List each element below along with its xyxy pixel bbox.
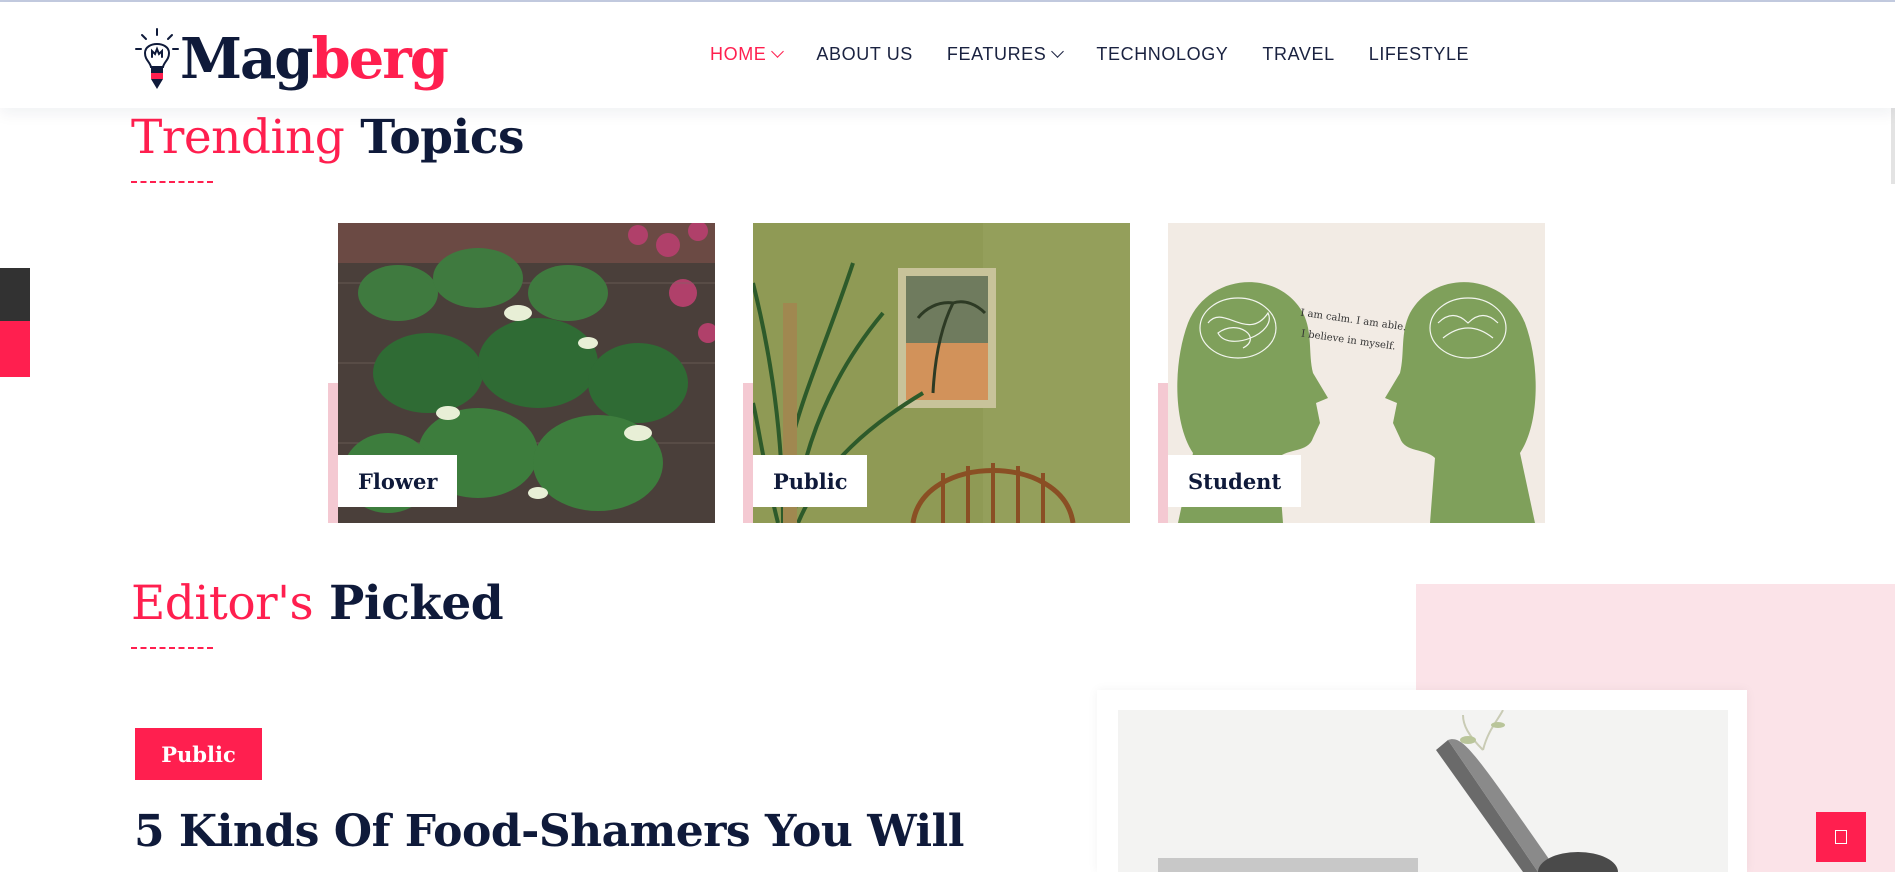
site-logo[interactable]: Magberg bbox=[134, 24, 449, 94]
title-rest: Picked bbox=[329, 576, 504, 631]
topic-label[interactable]: Student bbox=[1168, 455, 1302, 507]
title-highlight: Trending bbox=[131, 110, 345, 165]
featured-post-image[interactable] bbox=[1118, 710, 1728, 872]
page-scrollbar[interactable] bbox=[1891, 104, 1895, 184]
nav-item-technology[interactable]: TECHNOLOGY bbox=[1096, 44, 1228, 65]
side-panel-toggle[interactable] bbox=[0, 268, 30, 321]
side-panel-action[interactable] bbox=[0, 321, 30, 377]
nav-label: ABOUT US bbox=[816, 44, 913, 64]
topic-card-flower[interactable]: Flower bbox=[328, 223, 715, 523]
chevron-down-icon bbox=[771, 45, 785, 58]
logo-text-part2: berg bbox=[311, 26, 448, 92]
post-title[interactable]: 5 Kinds Of Food-Shamers You Will bbox=[134, 806, 965, 857]
title-rest: Topics bbox=[360, 110, 524, 165]
nav-label: LIFESTYLE bbox=[1368, 44, 1470, 64]
editors-section-title: Editor's Picked bbox=[131, 580, 504, 627]
title-highlight: Editor's bbox=[131, 576, 314, 631]
title-underline bbox=[131, 647, 213, 649]
nav-item-features[interactable]: FEATURES bbox=[946, 44, 1065, 65]
nav-label: TECHNOLOGY bbox=[1096, 44, 1229, 64]
logo-wordmark: Magberg bbox=[180, 31, 449, 87]
main-nav: HOME ABOUT US FEATURES TECHNOLOGY TRAVEL… bbox=[710, 44, 1503, 65]
category-badge[interactable]: Public bbox=[135, 728, 262, 780]
card-accent bbox=[1158, 383, 1168, 523]
topic-card-student[interactable]: I am calm. I am able. I believe in mysel… bbox=[1158, 223, 1545, 523]
topic-label[interactable]: Flower bbox=[338, 455, 458, 507]
logo-text-part1: Mag bbox=[180, 26, 313, 92]
topic-card-public[interactable]: Public bbox=[743, 223, 1130, 523]
nav-label: HOME bbox=[710, 44, 767, 64]
card-accent bbox=[328, 383, 338, 523]
nav-item-travel[interactable]: TRAVEL bbox=[1262, 44, 1334, 65]
site-header: Magberg HOME ABOUT US FEATURES TECHNOLOG… bbox=[0, 2, 1895, 108]
lightbulb-pencil-icon bbox=[135, 28, 179, 89]
trending-section-title: Trending Topics bbox=[131, 114, 524, 161]
nav-item-home[interactable]: HOME bbox=[710, 44, 785, 65]
scroll-top-button[interactable] bbox=[1816, 812, 1866, 862]
title-underline bbox=[131, 181, 213, 183]
nav-label: TRAVEL bbox=[1262, 44, 1335, 64]
chevron-down-icon bbox=[1051, 45, 1065, 58]
topic-label[interactable]: Public bbox=[753, 455, 868, 507]
scroll-top-icon bbox=[1835, 830, 1847, 844]
card-accent bbox=[743, 383, 753, 523]
nav-item-about-us[interactable]: ABOUT US bbox=[816, 44, 913, 65]
nav-item-lifestyle[interactable]: LIFESTYLE bbox=[1369, 44, 1469, 65]
nav-label: FEATURES bbox=[946, 44, 1047, 64]
